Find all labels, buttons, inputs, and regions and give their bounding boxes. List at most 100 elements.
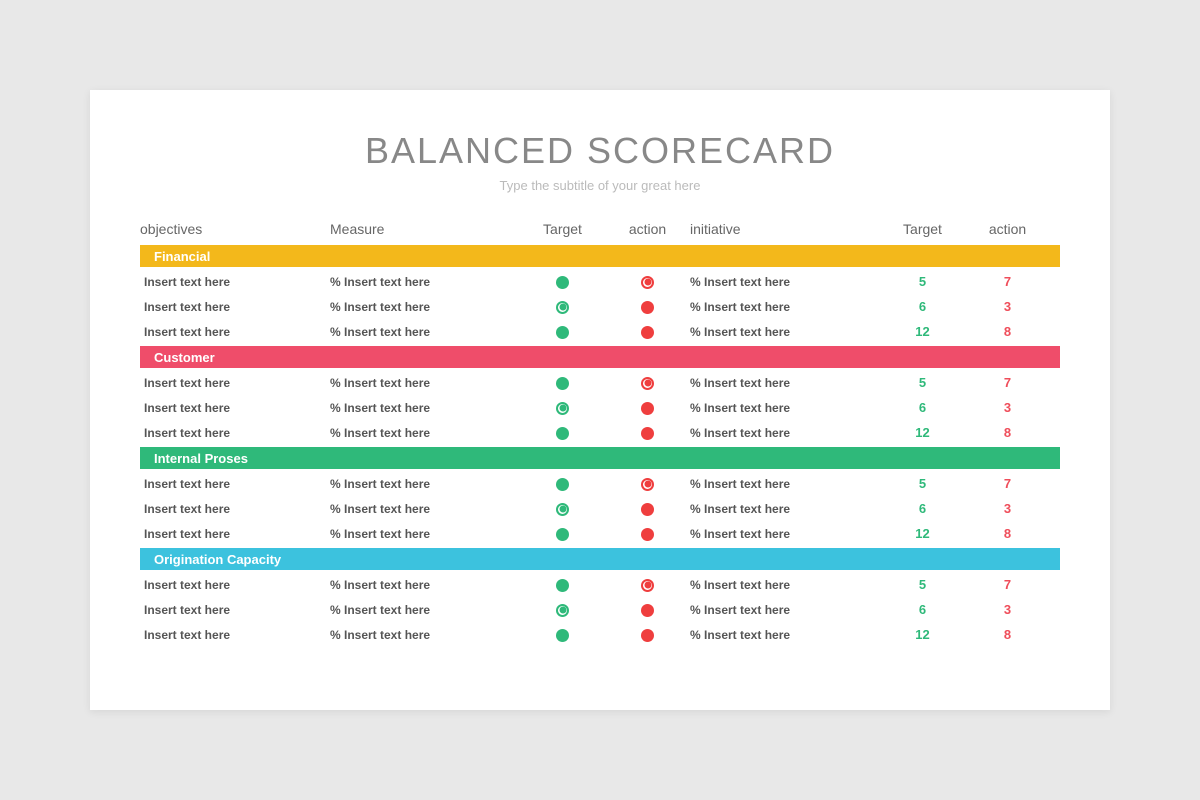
cell-measure: % Insert text here xyxy=(330,477,520,491)
cell-target-num: 6 xyxy=(880,602,965,617)
cell-target-num: 12 xyxy=(880,526,965,541)
cell-action-icon xyxy=(605,627,690,641)
status-ring-red-icon xyxy=(641,579,654,592)
cell-action-icon xyxy=(605,299,690,313)
cell-action-num: 7 xyxy=(965,476,1050,491)
cell-action-icon xyxy=(605,274,690,288)
status-dot-red-icon xyxy=(641,326,654,339)
cell-objective: Insert text here xyxy=(140,300,330,314)
cell-measure: % Insert text here xyxy=(330,502,520,516)
cell-objective: Insert text here xyxy=(140,376,330,390)
status-ring-green-icon xyxy=(556,503,569,516)
cell-initiative: % Insert text here xyxy=(690,426,880,440)
table-row: Insert text here% Insert text here% Inse… xyxy=(140,319,1060,344)
cell-target-icon xyxy=(520,274,605,288)
status-dot-red-icon xyxy=(641,402,654,415)
cell-action-num: 3 xyxy=(965,602,1050,617)
cell-initiative: % Insert text here xyxy=(690,325,880,339)
status-dot-red-icon xyxy=(641,301,654,314)
cell-action-num: 8 xyxy=(965,627,1050,642)
cell-target-icon xyxy=(520,425,605,439)
cell-measure: % Insert text here xyxy=(330,426,520,440)
cell-action-num: 8 xyxy=(965,324,1050,339)
cell-measure: % Insert text here xyxy=(330,603,520,617)
cell-target-icon xyxy=(520,577,605,591)
cell-initiative: % Insert text here xyxy=(690,275,880,289)
header-action: action xyxy=(605,221,690,237)
cell-initiative: % Insert text here xyxy=(690,401,880,415)
status-dot-green-icon xyxy=(556,377,569,390)
status-dot-green-icon xyxy=(556,276,569,289)
status-dot-red-icon xyxy=(641,604,654,617)
header-action2: action xyxy=(965,221,1050,237)
column-headers: objectives Measure Target action initiat… xyxy=(140,217,1060,243)
table-row: Insert text here% Insert text here% Inse… xyxy=(140,269,1060,294)
section-bar: Internal Proses xyxy=(140,447,1060,469)
cell-measure: % Insert text here xyxy=(330,527,520,541)
cell-objective: Insert text here xyxy=(140,401,330,415)
status-dot-red-icon xyxy=(641,528,654,541)
cell-action-num: 8 xyxy=(965,526,1050,541)
cell-initiative: % Insert text here xyxy=(690,527,880,541)
cell-target-icon xyxy=(520,400,605,414)
cell-action-icon xyxy=(605,526,690,540)
cell-measure: % Insert text here xyxy=(330,401,520,415)
status-dot-red-icon xyxy=(641,503,654,516)
cell-objective: Insert text here xyxy=(140,477,330,491)
sections-container: FinancialInsert text here% Insert text h… xyxy=(140,245,1060,647)
cell-objective: Insert text here xyxy=(140,527,330,541)
status-dot-red-icon xyxy=(641,427,654,440)
cell-action-icon xyxy=(605,602,690,616)
cell-target-num: 12 xyxy=(880,425,965,440)
status-ring-red-icon xyxy=(641,478,654,491)
status-ring-red-icon xyxy=(641,377,654,390)
cell-measure: % Insert text here xyxy=(330,628,520,642)
cell-objective: Insert text here xyxy=(140,325,330,339)
cell-target-icon xyxy=(520,324,605,338)
cell-action-num: 7 xyxy=(965,274,1050,289)
page-subtitle: Type the subtitle of your great here xyxy=(140,178,1060,193)
cell-target-num: 12 xyxy=(880,627,965,642)
cell-action-icon xyxy=(605,375,690,389)
cell-action-num: 7 xyxy=(965,577,1050,592)
cell-action-num: 3 xyxy=(965,501,1050,516)
status-dot-green-icon xyxy=(556,427,569,440)
cell-action-icon xyxy=(605,501,690,515)
cell-action-icon xyxy=(605,400,690,414)
cell-initiative: % Insert text here xyxy=(690,376,880,390)
cell-action-icon xyxy=(605,476,690,490)
header-target2: Target xyxy=(880,221,965,237)
cell-target-icon xyxy=(520,627,605,641)
cell-objective: Insert text here xyxy=(140,426,330,440)
cell-action-icon xyxy=(605,324,690,338)
cell-measure: % Insert text here xyxy=(330,578,520,592)
section-bar: Financial xyxy=(140,245,1060,267)
status-dot-red-icon xyxy=(641,629,654,642)
cell-target-num: 5 xyxy=(880,577,965,592)
cell-objective: Insert text here xyxy=(140,275,330,289)
cell-target-num: 6 xyxy=(880,400,965,415)
cell-measure: % Insert text here xyxy=(330,325,520,339)
cell-initiative: % Insert text here xyxy=(690,502,880,516)
cell-objective: Insert text here xyxy=(140,578,330,592)
table-row: Insert text here% Insert text here% Inse… xyxy=(140,294,1060,319)
status-dot-green-icon xyxy=(556,478,569,491)
header-objectives: objectives xyxy=(140,221,330,237)
table-row: Insert text here% Insert text here% Inse… xyxy=(140,496,1060,521)
cell-target-num: 5 xyxy=(880,274,965,289)
cell-initiative: % Insert text here xyxy=(690,477,880,491)
table-row: Insert text here% Insert text here% Inse… xyxy=(140,471,1060,496)
cell-target-icon xyxy=(520,501,605,515)
status-ring-green-icon xyxy=(556,604,569,617)
cell-target-icon xyxy=(520,476,605,490)
header-target: Target xyxy=(520,221,605,237)
cell-target-icon xyxy=(520,602,605,616)
table-row: Insert text here% Insert text here% Inse… xyxy=(140,597,1060,622)
status-dot-green-icon xyxy=(556,528,569,541)
cell-initiative: % Insert text here xyxy=(690,603,880,617)
table-row: Insert text here% Insert text here% Inse… xyxy=(140,521,1060,546)
status-dot-green-icon xyxy=(556,629,569,642)
cell-target-num: 12 xyxy=(880,324,965,339)
cell-objective: Insert text here xyxy=(140,628,330,642)
section-bar: Origination Capacity xyxy=(140,548,1060,570)
